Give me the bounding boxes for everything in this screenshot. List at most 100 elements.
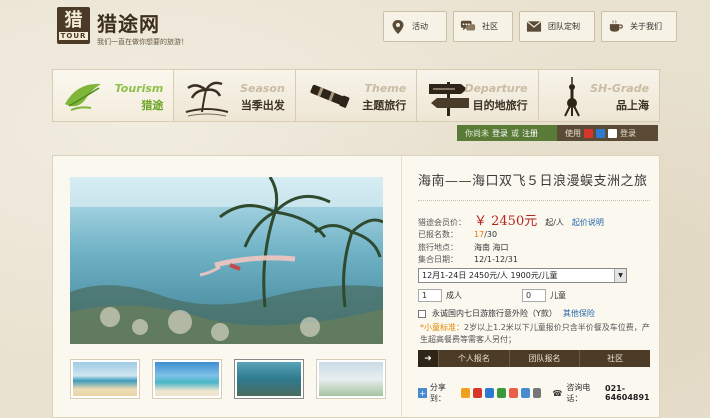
product-details: 海南——海口双飞５日浪漫蜈支洲之旅 猎途会员价： ￥ 2450元 起/人 起价说…: [402, 156, 661, 418]
category-season-en: Season: [240, 82, 285, 95]
register-link[interactable]: 注册: [522, 128, 538, 139]
category-tourism-en: Tourism: [114, 82, 164, 95]
share-row: + 分享到： ☎ 咨询电话： 021-64604891: [418, 382, 661, 404]
location-label: 旅行地点：: [418, 242, 458, 252]
header: 猎 TOUR 猎途网 我们一直在做你想要的旅游！ 活动 社区 团队定制 关于我们: [0, 0, 710, 62]
thumbnail-strip: [70, 359, 386, 399]
category-theme-cn: 主题旅行: [362, 99, 407, 112]
price-unit: 起/人: [545, 218, 564, 227]
nav-about-label: 关于我们: [630, 22, 662, 31]
adult-label: 成人: [446, 291, 462, 300]
nav-team-custom[interactable]: 团队定制: [519, 11, 595, 42]
login-prefix: 你尚未: [465, 128, 489, 138]
product-title: 海南——海口双飞５日浪漫蜈支洲之旅: [418, 174, 648, 189]
trip-info: 已报名数： 17/30 旅行地点： 海南 海口 集合日期： 12/1-12/31: [418, 229, 518, 267]
note-prefix: *小童标准：: [420, 323, 464, 332]
price-row: 猎途会员价： ￥ 2450元 起/人 起价说明: [418, 210, 604, 229]
price-explain-link[interactable]: 起价说明: [572, 217, 604, 228]
price-value: ￥ 2450元: [474, 214, 538, 229]
renren-icon[interactable]: [608, 128, 617, 138]
palm-island-icon: [186, 81, 229, 117]
social-login-bar: 使用 登录: [557, 125, 658, 141]
team-signup-button[interactable]: 团队报名: [508, 350, 580, 367]
date-value: 12/1-12/31: [474, 255, 518, 264]
divider: [418, 200, 650, 201]
leaf-logo-icon: [65, 83, 101, 111]
category-sh-grade[interactable]: SH-Grade 品上海: [539, 70, 659, 121]
hotline-label: 咨询电话：: [566, 383, 591, 403]
hotline-number: 021-64604891: [605, 384, 650, 402]
action-bar: ➜ 个人报名 团队报名 社区: [418, 350, 650, 367]
location-pin-icon: [390, 19, 406, 35]
date-label: 集合日期：: [418, 255, 458, 264]
thumbnail-4[interactable]: [316, 359, 386, 399]
tv-tower-icon: [563, 77, 580, 117]
gallery: [53, 156, 402, 418]
signups-value: 17/30: [474, 229, 497, 242]
weibo-icon[interactable]: [584, 128, 593, 138]
logo-tour-text: TOUR: [58, 31, 89, 40]
qq-icon[interactable]: [596, 128, 605, 138]
adult-qty-input[interactable]: 1: [418, 289, 442, 302]
category-theme-en: Theme: [364, 82, 407, 95]
signups-count: 17: [474, 230, 485, 239]
child-qty-input[interactable]: 0: [522, 289, 546, 302]
community-button[interactable]: 社区: [579, 350, 650, 367]
category-departure[interactable]: Departure 目的地旅行: [417, 70, 539, 121]
child-qty-row: 0 儿童: [522, 289, 566, 302]
individual-signup-button[interactable]: 个人报名: [438, 350, 509, 367]
site-name[interactable]: 猎途网: [97, 8, 160, 37]
category-theme[interactable]: Theme 主题旅行: [296, 70, 418, 121]
signups-total: /30: [484, 230, 498, 239]
date-select-value: 12月1-24日 2450元/人 1900元/儿童: [422, 271, 558, 280]
other-insurance-link[interactable]: 其他保险: [563, 308, 595, 319]
category-tourism-cn: 猎途: [141, 99, 164, 112]
category-departure-en: Departure: [464, 82, 528, 95]
child-note: *小童标准：2岁以上1.2米以下儿童报价只含半价餐及车位费，产生超高餐费等需客人…: [420, 322, 652, 346]
plus-icon[interactable]: +: [418, 388, 427, 398]
social-login-prefix: 使用: [565, 128, 581, 138]
coffee-cup-icon: [608, 19, 624, 35]
thumbnail-3[interactable]: [234, 359, 304, 399]
weibo-share-icon[interactable]: [473, 388, 482, 398]
nav-community-label: 社区: [482, 22, 498, 31]
douban-icon[interactable]: [508, 388, 518, 398]
envelope-icon: [526, 19, 542, 35]
login-link[interactable]: 登录: [492, 128, 508, 139]
child-label: 儿童: [550, 291, 566, 300]
category-tourism[interactable]: Tourism 猎途: [53, 70, 175, 121]
nav-activities[interactable]: 活动: [383, 11, 447, 42]
logo-glyph: 猎: [64, 9, 83, 31]
thumbnail-1[interactable]: [70, 359, 140, 399]
price-label: 猎途会员价：: [418, 218, 466, 227]
insurance-row: 永诚国内七日游旅行意外险（Y款） 其他保险: [418, 308, 595, 319]
telescope-icon: [310, 84, 350, 108]
category-season[interactable]: Season 当季出发: [174, 70, 296, 121]
site-slogan: 我们一直在做你想要的旅游！: [97, 38, 188, 46]
category-season-cn: 当季出发: [240, 99, 285, 112]
phone-icon: ☎: [552, 388, 563, 398]
share-label: 分享到：: [429, 383, 446, 403]
chevron-down-icon[interactable]: ▼: [614, 269, 626, 282]
social-login-link[interactable]: 登录: [620, 128, 636, 139]
location-value: 海南 海口: [474, 242, 509, 252]
login-or: 或: [511, 128, 519, 138]
category-nav: Tourism 猎途 Season 当季出发 Theme 主题旅行 Depart…: [52, 69, 660, 122]
more-share-icon[interactable]: [532, 388, 542, 398]
site-logo[interactable]: 猎 TOUR: [57, 7, 90, 44]
renren-share-icon[interactable]: [485, 388, 494, 398]
date-select[interactable]: 12月1-24日 2450元/人 1900元/儿童 ▼: [418, 268, 627, 283]
info-row: 集合日期： 12/1-12/31: [418, 254, 518, 267]
kaixin-icon[interactable]: [496, 388, 506, 398]
top-nav: 活动 社区 团队定制 关于我们: [383, 11, 677, 42]
qzone-icon[interactable]: [461, 388, 471, 398]
tencent-weibo-icon[interactable]: [520, 388, 530, 398]
chat-bubble-icon: [460, 19, 476, 35]
thumbnail-2[interactable]: [152, 359, 222, 399]
nav-about[interactable]: 关于我们: [601, 11, 677, 42]
info-row: 旅行地点： 海南 海口: [418, 242, 518, 255]
insurance-label: 永诚国内七日游旅行意外险（Y款）: [432, 309, 557, 318]
insurance-checkbox[interactable]: [418, 309, 426, 318]
nav-community[interactable]: 社区: [453, 11, 513, 42]
hero-image[interactable]: [70, 177, 383, 344]
